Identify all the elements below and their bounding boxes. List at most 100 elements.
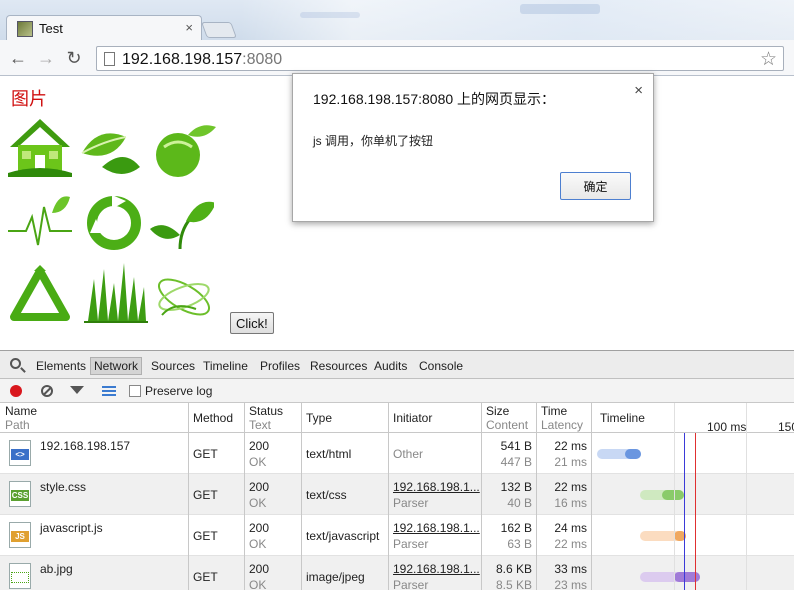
reload-icon[interactable]: ↻	[64, 48, 84, 68]
tab-console[interactable]: Console	[419, 359, 463, 373]
header-size[interactable]: Size	[486, 404, 509, 418]
tab-close-icon[interactable]: ×	[185, 20, 193, 35]
cell-initiator-type: Parser	[393, 496, 429, 510]
cell-initiator-link[interactable]: 192.168.198.1...	[393, 480, 480, 494]
tab-sources[interactable]: Sources	[151, 359, 195, 373]
column-divider[interactable]	[481, 403, 482, 590]
timeline-bar	[640, 490, 684, 500]
cell-name: ab.jpg	[40, 562, 73, 576]
header-initiator[interactable]: Initiator	[393, 411, 432, 425]
orbit-leaf-icon	[158, 278, 210, 316]
dom-content-loaded-line	[684, 433, 685, 590]
column-divider[interactable]	[591, 403, 592, 590]
header-timeline[interactable]: Timeline	[600, 411, 645, 425]
timeline-gridline	[674, 403, 675, 590]
tab-network[interactable]: Network	[90, 357, 143, 375]
grass-icon	[84, 263, 148, 323]
blurred-background	[520, 4, 600, 14]
devtools-tab-bar: Elements Network Sources Timeline Profil…	[0, 351, 794, 379]
cell-time: 24 ms	[554, 521, 587, 535]
tab-elements[interactable]: Elements	[36, 359, 86, 373]
dialog-title: 192.168.198.157:8080 上的网页显示：	[313, 91, 556, 107]
tab-resources[interactable]: Resources	[310, 359, 367, 373]
header-path[interactable]: Path	[5, 418, 30, 432]
tab-audits[interactable]: Audits	[374, 359, 407, 373]
cell-method: GET	[193, 529, 218, 543]
header-text[interactable]: Text	[249, 418, 271, 432]
header-name[interactable]: Name	[5, 404, 37, 418]
cell-type: text/css	[306, 488, 347, 502]
cell-time: 22 ms	[554, 480, 587, 494]
column-divider[interactable]	[244, 403, 245, 590]
page-icon	[104, 52, 115, 66]
cell-content: 63 B	[507, 537, 532, 551]
cell-content: 447 B	[500, 455, 532, 469]
cell-name: 192.168.198.157	[40, 439, 131, 453]
url-port: :8080	[242, 51, 283, 68]
header-status[interactable]: Status	[249, 404, 283, 418]
css-file-icon: CSS	[9, 481, 31, 507]
cell-time: 33 ms	[554, 562, 587, 576]
recycle-triangle-icon	[10, 265, 70, 321]
header-content[interactable]: Content	[486, 418, 528, 432]
cell-latency: 23 ms	[554, 578, 587, 590]
bookmark-star-icon[interactable]: ☆	[760, 48, 777, 71]
cell-name: style.css	[40, 480, 87, 494]
recycle-circle-icon	[87, 195, 141, 250]
list-view-icon[interactable]	[102, 386, 116, 396]
load-event-line	[695, 433, 696, 590]
timeline-gridline	[746, 403, 747, 590]
js-file-icon: JS	[9, 522, 31, 548]
heartbeat-leaf-icon	[8, 196, 72, 246]
header-type[interactable]: Type	[306, 411, 332, 425]
timeline-bar	[597, 449, 641, 459]
html-file-icon: <>	[9, 440, 31, 466]
dialog-close-icon[interactable]: ×	[634, 82, 643, 99]
cell-initiator-link[interactable]: 192.168.198.1...	[393, 562, 480, 576]
cell-initiator-link[interactable]: 192.168.198.1...	[393, 521, 480, 535]
cell-initiator-type: Parser	[393, 578, 429, 590]
address-bar[interactable]: 192.168.198.157:8080 ☆	[96, 46, 784, 71]
cell-type: image/jpeg	[306, 570, 365, 584]
click-button[interactable]: Click!	[230, 312, 274, 334]
tab-strip: Test ×	[0, 0, 794, 40]
back-arrow-icon[interactable]: ←	[8, 48, 28, 68]
header-latency[interactable]: Latency	[541, 418, 583, 432]
cell-method: GET	[193, 570, 218, 584]
new-tab-button[interactable]	[201, 22, 237, 38]
url-text[interactable]: 192.168.198.157:8080	[122, 51, 282, 69]
cell-status: 200	[249, 439, 270, 453]
blurred-background	[240, 0, 794, 40]
timeline-tick-150: 150	[778, 420, 794, 434]
tab-timeline[interactable]: Timeline	[203, 359, 248, 373]
header-method[interactable]: Method	[193, 411, 233, 425]
forward-arrow-icon[interactable]: →	[36, 48, 56, 68]
timeline-bar	[640, 531, 686, 541]
cell-status-text: OK	[249, 578, 267, 590]
tab-profiles[interactable]: Profiles	[260, 359, 300, 373]
house-icon	[8, 119, 72, 177]
clear-icon[interactable]	[41, 385, 53, 397]
filter-icon[interactable]	[70, 386, 84, 394]
preserve-log-checkbox[interactable]	[129, 385, 141, 397]
record-icon[interactable]	[10, 385, 22, 397]
cell-method: GET	[193, 488, 218, 502]
page-heading: 图片	[11, 89, 47, 109]
column-divider[interactable]	[188, 403, 189, 590]
column-divider[interactable]	[301, 403, 302, 590]
browser-tab[interactable]: Test ×	[6, 15, 202, 40]
timeline-tick-100: 100 ms	[707, 420, 747, 434]
cell-content: 8.5 KB	[495, 578, 532, 590]
network-table: Name Path Method Status Text Type Initia…	[0, 403, 794, 590]
cell-size: 8.6 KB	[495, 562, 532, 576]
column-divider[interactable]	[536, 403, 537, 590]
cell-method: GET	[193, 447, 218, 461]
inspect-search-icon[interactable]	[10, 358, 21, 369]
browser-toolbar: ← → ↻ 192.168.198.157:8080 ☆	[0, 40, 794, 76]
header-time[interactable]: Time	[541, 404, 567, 418]
timeline-bar	[640, 572, 700, 582]
dialog-ok-button[interactable]: 确定	[560, 172, 631, 200]
column-divider[interactable]	[388, 403, 389, 590]
cell-latency: 22 ms	[554, 537, 587, 551]
dialog-message: js 调用，你单机了按钮	[313, 134, 434, 148]
